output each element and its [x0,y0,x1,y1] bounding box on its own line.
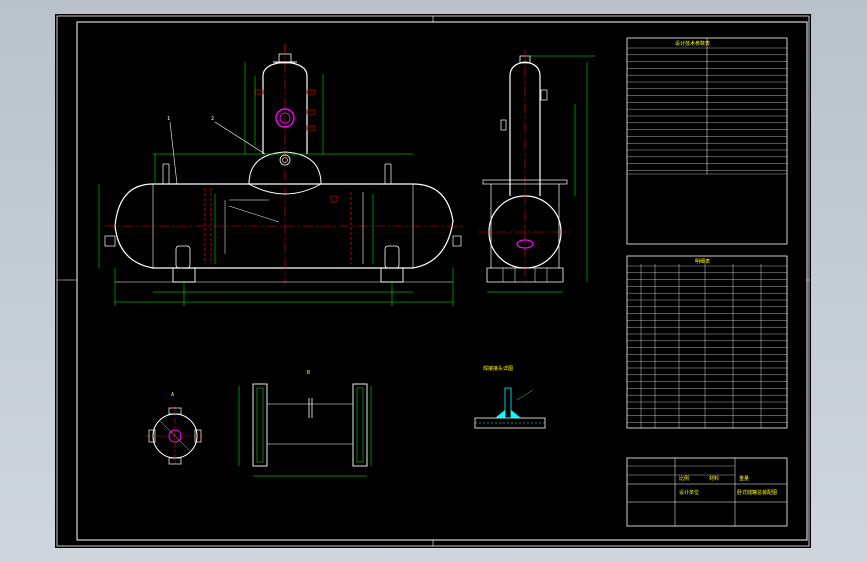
front-elevation-view: 1 2 [98,44,463,306]
title-block-company: 设计单位 [679,489,699,496]
column-nozzle-n2 [306,89,316,95]
side-nozzle-small [330,195,338,203]
title-block-weight: 重量 [739,475,749,482]
inner-frame [76,21,808,541]
detail-b-right-flange-inner [356,387,364,463]
detail-b-left-flange [252,383,268,467]
top-view-a: A [145,392,205,466]
title-block-scale: 比例 [679,475,689,482]
column-nozzle-n3 [306,109,316,115]
detail-b-left-flange-inner [256,387,264,463]
part-number-2: 2 [211,116,214,122]
detail-b-view: B [238,370,372,477]
weld-branch [504,387,512,419]
top-view-label: A [171,392,174,398]
drawing-canvas[interactable]: 1 2 A B 焊接接头详图 设计技术参数表 明细表 卧式储罐总装配图 设计单位… [55,14,811,548]
leader-part1 [169,121,178,185]
right-saddle [380,268,404,283]
parts-table-frame [626,255,788,429]
left-saddle-pad [175,245,191,269]
part-number-1: 1 [167,116,170,122]
weld-detail-label: 焊接接头详图 [483,365,513,372]
weld-fillet-left [495,410,505,418]
left-end-nozzle [104,235,116,247]
side-elevation-view [479,50,595,293]
internal-line-3 [228,205,280,223]
right-end-nozzle [452,235,462,247]
right-saddle-pad [384,245,400,269]
detail-b-label: B [307,370,310,376]
side-nozzle-left [500,119,507,131]
column-nozzle-n4 [306,125,316,131]
title-block-material: 材料 [709,475,719,482]
detail-b-right-flange [352,383,368,467]
weld-detail-view: 焊接接头详图 [474,365,546,429]
spec-table: 设计技术参数表 [626,37,788,245]
drawing-sheet[interactable]: 1 2 A B 焊接接头详图 设计技术参数表 明细表 卧式储罐总装配图 设计单位… [55,14,811,548]
column-nozzle-n1 [254,89,264,95]
weld-leader [516,389,534,401]
spec-table-title: 设计技术参数表 [675,40,710,47]
title-block: 卧式储罐总装配图 设计单位 比例 材料 重量 [626,457,788,527]
side-nozzle-right [540,89,548,101]
weld-fillet-right [511,410,521,418]
cad-viewport[interactable]: 1 2 A B 焊接接头详图 设计技术参数表 明细表 卧式储罐总装配图 设计单位… [0,0,867,562]
title-block-drawing-name: 卧式储罐总装配图 [737,489,777,496]
parts-table-title: 明细表 [695,258,710,265]
left-saddle [172,268,196,283]
weld-base-plate [474,417,546,429]
parts-table: 明细表 [626,255,788,429]
leader-part2 [214,121,266,155]
